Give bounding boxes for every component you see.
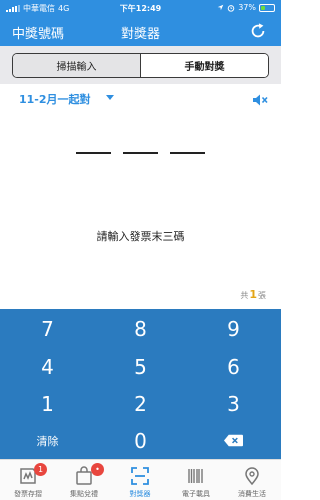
- tab-label: 消費生活: [238, 490, 266, 498]
- location-arrow-icon: [217, 4, 224, 11]
- tab-prize-checker[interactable]: 對獎器: [112, 460, 168, 500]
- key-3[interactable]: 3: [187, 385, 280, 422]
- key-4[interactable]: 4: [1, 348, 94, 385]
- tab-label: 集點兌禮: [70, 490, 98, 498]
- tab-manual-check[interactable]: 手動對獎: [141, 54, 268, 77]
- counter-suffix: 張: [258, 291, 266, 300]
- digit-slot: [123, 152, 158, 154]
- key-7[interactable]: 7: [1, 310, 94, 347]
- key-5[interactable]: 5: [94, 348, 187, 385]
- number-keypad: 7 8 9 4 5 6 1 2 3 清除 0: [0, 309, 281, 459]
- counter-prefix: 共: [240, 291, 249, 300]
- status-right: 37%: [217, 3, 275, 12]
- battery-icon: [259, 3, 275, 12]
- alarm-icon: [227, 4, 235, 12]
- key-2[interactable]: 2: [94, 385, 187, 422]
- location-pin-icon: [245, 467, 259, 486]
- nav-bar: 中獎號碼 對獎器: [0, 16, 281, 46]
- key-6[interactable]: 6: [187, 348, 280, 385]
- digit-slot: [76, 152, 111, 154]
- input-mode-area: 掃描輸入 手動對獎: [0, 46, 281, 84]
- tab-consumer-life[interactable]: 消費生活: [224, 460, 280, 500]
- period-row: 11-2月一起對: [0, 84, 281, 112]
- counter-number: 1: [249, 288, 257, 301]
- tab-scan-input[interactable]: 掃描輸入: [13, 54, 141, 77]
- bottom-tab-bar: 1 發票存摺 • 集點兌禮 對獎器 電子載具 消費生活: [0, 459, 281, 500]
- scanner-icon: [131, 467, 149, 485]
- input-prompt: 請輸入發票末三碼: [96, 230, 185, 243]
- mute-icon[interactable]: [252, 93, 268, 107]
- battery-percent: 37%: [238, 3, 256, 12]
- tab-points-redeem[interactable]: • 集點兌禮: [56, 460, 112, 500]
- status-bar: 中華電信 4G 下午12:49 37%: [0, 0, 281, 16]
- key-0[interactable]: 0: [94, 422, 187, 459]
- input-mode-segment: 掃描輸入 手動對獎: [12, 53, 269, 78]
- chevron-down-icon[interactable]: [106, 95, 114, 100]
- digit-slots: [0, 152, 281, 156]
- key-1[interactable]: 1: [1, 385, 94, 422]
- tab-label: 對獎器: [129, 490, 151, 498]
- key-8[interactable]: 8: [94, 310, 187, 347]
- notification-badge: •: [91, 463, 104, 476]
- backspace-icon: [224, 434, 243, 447]
- tab-receipt-book[interactable]: 1 發票存摺: [0, 460, 56, 500]
- tab-label: 電子載具: [182, 490, 210, 498]
- notification-badge: 1: [34, 463, 47, 476]
- key-9[interactable]: 9: [187, 310, 280, 347]
- delete-button[interactable]: [187, 422, 280, 459]
- clear-button[interactable]: 清除: [1, 422, 94, 459]
- period-selector[interactable]: 11-2月一起對: [19, 91, 91, 107]
- page-title: 對獎器: [120, 27, 160, 42]
- refresh-icon[interactable]: [249, 22, 267, 40]
- tab-label: 發票存摺: [14, 490, 42, 498]
- tab-e-carrier[interactable]: 電子載具: [168, 460, 224, 500]
- digit-slot: [170, 152, 205, 154]
- invoice-counter: 共1張: [240, 288, 266, 301]
- barcode-icon: [188, 469, 203, 483]
